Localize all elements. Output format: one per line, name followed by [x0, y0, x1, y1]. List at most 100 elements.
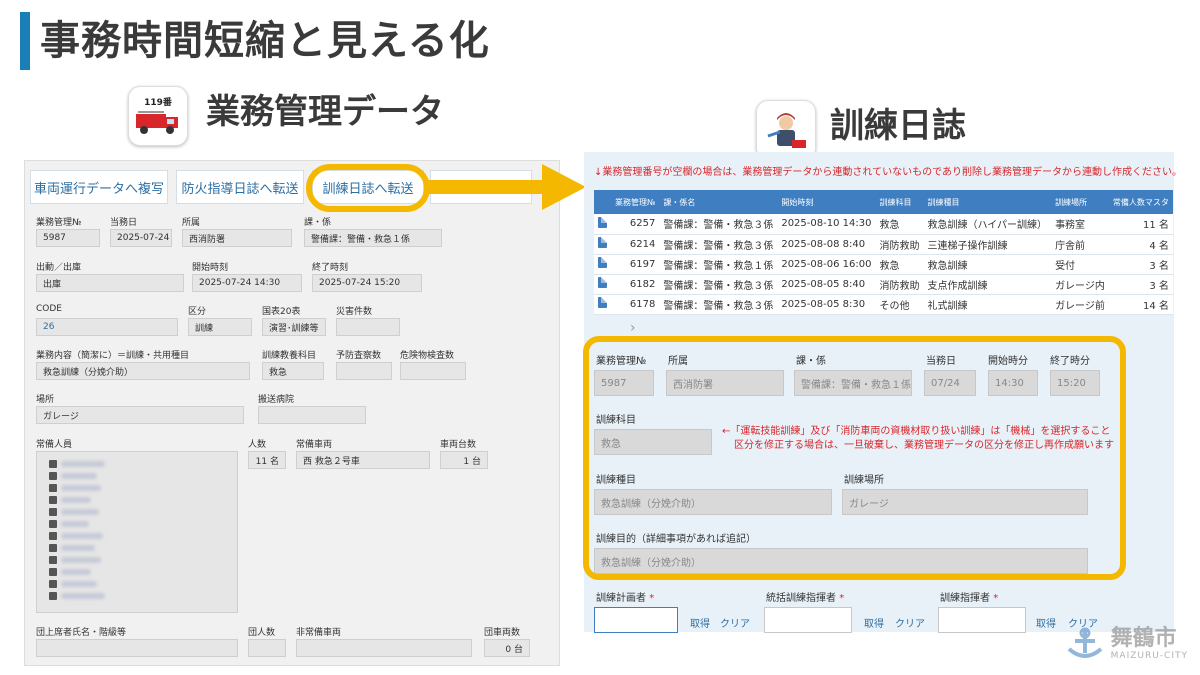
row-doc-cell[interactable]	[594, 234, 611, 255]
label-kokuhyo: 国表20表	[262, 307, 301, 317]
table-cell: 消防救助	[875, 274, 924, 295]
tab-transfer-fire-prevention[interactable]: 防火指導日誌へ転送	[176, 170, 304, 204]
right-section-heading: 訓練日誌	[830, 106, 966, 146]
highlight-ring-transfer	[306, 164, 430, 212]
table-cell: 消防救助	[875, 234, 924, 255]
row-doc-cell[interactable]	[594, 214, 611, 235]
field-content: 救急訓練（分娩介助）	[36, 362, 250, 380]
commander-get-link[interactable]: 取得	[1036, 615, 1056, 630]
commander-input[interactable]	[938, 607, 1026, 633]
label-leader: 団上席者氏名・階級等	[36, 628, 127, 638]
person-icon	[49, 459, 57, 468]
redacted-name	[61, 508, 99, 515]
transfer-arrow-head	[542, 164, 586, 210]
document-icon[interactable]	[598, 277, 607, 288]
fire-truck-icon	[136, 110, 178, 134]
tab-copy-vehicle-data[interactable]: 車両運行データへ複写	[30, 170, 168, 204]
field-leader	[36, 639, 238, 657]
field-business-no: 5987	[36, 229, 100, 247]
col-place[interactable]: 訓練場所	[1051, 190, 1109, 214]
field-vehicle: 西 救急２号車	[296, 451, 430, 469]
field-nonstd-vehicle	[296, 639, 472, 657]
redacted-name	[61, 568, 91, 575]
document-icon[interactable]	[598, 257, 607, 268]
col-section[interactable]: 課・係名	[659, 190, 778, 214]
field-duty-day: 2025-07-24	[110, 229, 172, 247]
label-code: CODE	[36, 304, 62, 314]
document-icon[interactable]	[598, 297, 607, 308]
document-icon[interactable]	[598, 237, 607, 248]
planner-get-link[interactable]: 取得	[690, 615, 710, 630]
redacted-name	[61, 556, 101, 563]
staff-row	[49, 458, 105, 469]
overall-commander-input[interactable]	[764, 607, 852, 633]
person-icon	[49, 591, 57, 600]
col-start[interactable]: 開始時刻	[777, 190, 876, 214]
redacted-name	[61, 484, 101, 491]
table-cell: 6197	[611, 254, 660, 275]
overall-get-link[interactable]: 取得	[864, 615, 884, 630]
staff-row	[49, 494, 105, 505]
table-cell: 6178	[611, 294, 660, 315]
table-row[interactable]: 6257 警備課：警備・救急３係 2025-08-10 14:30 救急 救急訓練（ハイ…	[594, 214, 1173, 235]
label-content: 業務内容（簡潔に）＝訓練・共用種目	[36, 351, 190, 361]
col-subject[interactable]: 訓練科目	[875, 190, 924, 214]
table-header-row: 業務管理№ 課・係名 開始時刻 訓練科目 訓練種目 訓練場所 常備人数マスタ	[594, 190, 1173, 214]
row-doc-cell[interactable]	[594, 254, 611, 275]
field-people: 11 名	[248, 451, 286, 469]
person-icon	[49, 483, 57, 492]
field-code[interactable]: 26	[36, 318, 178, 336]
fire-truck-app-icon: 119番	[128, 86, 188, 146]
table-cell: 救急	[875, 214, 924, 235]
redacted-name	[61, 580, 97, 587]
staff-row	[49, 482, 105, 493]
table-cell: 救急訓練（ハイパー訓練）	[923, 214, 1052, 235]
scroll-chevron-icon[interactable]: ›	[630, 320, 636, 336]
redacted-name	[61, 496, 91, 503]
row-doc-cell[interactable]	[594, 274, 611, 295]
col-type[interactable]: 訓練種目	[923, 190, 1052, 214]
table-cell: 三連梯子操作訓練	[923, 234, 1052, 255]
field-kubun: 訓練	[188, 318, 252, 336]
label-vehicle: 常備車両	[296, 440, 333, 450]
field-subject: 救急	[262, 362, 324, 380]
table-cell: 警備課：警備・救急１係	[659, 254, 778, 275]
staff-row	[49, 530, 105, 541]
table-row[interactable]: 6214 警備課：警備・救急３係 2025-08-08 8:40 消防救助 三連梯子操作…	[594, 234, 1173, 255]
table-cell: 4 名	[1108, 234, 1173, 255]
table-cell: その他	[875, 294, 924, 315]
col-business-no[interactable]: 業務管理№	[611, 190, 660, 214]
label-affiliation: 所属	[182, 218, 201, 228]
field-vehicle-count: 1 台	[440, 451, 488, 469]
row-doc-cell[interactable]	[594, 294, 611, 315]
col-people[interactable]: 常備人数マスタ	[1108, 190, 1173, 214]
label-duty-day: 当務日	[110, 218, 138, 228]
label-group-vehicle: 団車両数	[484, 628, 521, 638]
table-cell: 3 名	[1108, 254, 1173, 275]
staff-row	[49, 578, 105, 589]
col-icon	[594, 190, 611, 214]
table-row[interactable]: 6182 警備課：警備・救急３係 2025-08-05 8:40 消防救助 支点作成訓練…	[594, 274, 1173, 295]
field-affiliation: 西消防署	[182, 229, 292, 247]
table-cell: 14 名	[1108, 294, 1173, 315]
field-group-vehicle: 0 台	[484, 639, 530, 657]
table-row[interactable]: 6197 警備課：警備・救急１係 2025-08-06 16:00 救急 救急訓練 受付 3…	[594, 254, 1173, 275]
field-dispatch: 出庫	[36, 274, 184, 292]
redacted-name	[61, 472, 97, 479]
table-cell: 庁舎前	[1051, 234, 1109, 255]
table-cell: 2025-08-05 8:40	[777, 274, 876, 295]
overall-clear-link[interactable]: クリア	[895, 615, 925, 630]
redacted-name	[61, 460, 105, 467]
label-prevent: 予防査察数	[336, 351, 382, 361]
table-cell: 受付	[1051, 254, 1109, 275]
table-cell: 3 名	[1108, 274, 1173, 295]
field-kokuhyo: 演習･訓練等	[262, 318, 326, 336]
field-end-time: 2025-07-24 15:20	[312, 274, 422, 292]
planner-clear-link[interactable]: クリア	[720, 615, 750, 630]
staff-row	[49, 470, 105, 481]
staff-list	[36, 451, 238, 613]
document-icon[interactable]	[598, 216, 607, 228]
table-row[interactable]: 6178 警備課：警備・救急３係 2025-08-05 8:30 その他 礼式訓練 ガレー…	[594, 294, 1173, 315]
planner-input[interactable]	[594, 607, 678, 633]
label-group-people: 団人数	[248, 628, 276, 638]
